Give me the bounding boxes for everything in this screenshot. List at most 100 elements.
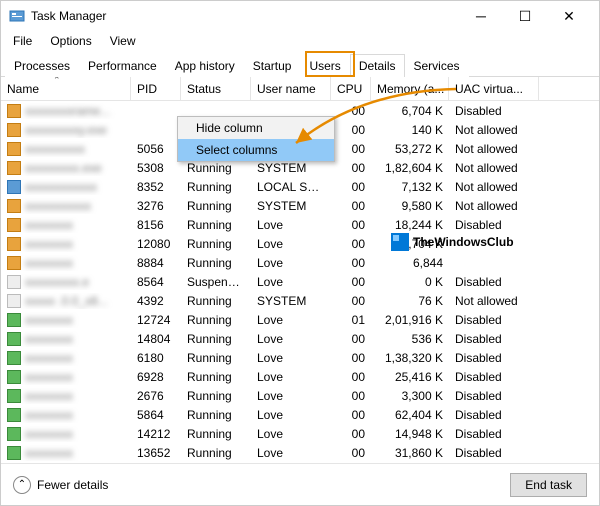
tab-strip: Processes Performance App history Startu… xyxy=(1,53,599,77)
process-icon xyxy=(7,370,21,384)
cell-mem: 18,244 K xyxy=(371,217,449,233)
cell-user: SYSTEM xyxy=(251,198,331,214)
process-name: xxxxxxxx xyxy=(25,351,125,365)
menu-view[interactable]: View xyxy=(102,32,144,50)
tab-users[interactable]: Users xyxy=(300,54,349,77)
cell-uac: Disabled xyxy=(449,217,539,233)
cell-mem: 1,82,604 K xyxy=(371,160,449,176)
sort-indicator-icon: ⌃ xyxy=(53,77,61,86)
cell-user: SYSTEM xyxy=(251,293,331,309)
process-icon xyxy=(7,218,21,232)
tab-apphistory[interactable]: App history xyxy=(166,54,244,77)
ctx-select-columns[interactable]: Select columns xyxy=(178,139,334,161)
cell-uac: Disabled xyxy=(449,103,539,119)
cell-user: Love xyxy=(251,312,331,328)
process-icon xyxy=(7,142,21,156)
col-cpu[interactable]: CPU xyxy=(331,77,371,100)
tab-details[interactable]: Details xyxy=(350,54,405,77)
process-icon xyxy=(7,332,21,346)
cell-cpu: 00 xyxy=(331,426,371,442)
cell-status: Running xyxy=(181,388,251,404)
tab-performance[interactable]: Performance xyxy=(79,54,166,77)
process-name: xxxxxxxx xyxy=(25,446,125,460)
process-icon xyxy=(7,123,21,137)
table-row[interactable]: xxxxx .0.0_x8...4392RunningSYSTEM0076 KN… xyxy=(1,291,599,310)
table-row[interactable]: xxxxxxxx5864RunningLove0062,404 KDisable… xyxy=(1,405,599,424)
cell-uac: Disabled xyxy=(449,445,539,461)
cell-cpu: 01 xyxy=(331,312,371,328)
cell-user: Love xyxy=(251,331,331,347)
cell-status: Running xyxy=(181,198,251,214)
end-task-button[interactable]: End task xyxy=(510,473,587,497)
col-user[interactable]: User name xyxy=(251,77,331,100)
col-status[interactable]: Status xyxy=(181,77,251,100)
process-name: xxxxxxxx xyxy=(25,389,125,403)
cell-user: Love xyxy=(251,217,331,233)
tab-services[interactable]: Services xyxy=(405,54,469,77)
cell-status: Running xyxy=(181,293,251,309)
process-name: xxxxxxxx xyxy=(25,427,125,441)
cell-pid: 5864 xyxy=(131,407,181,423)
col-pid[interactable]: PID xyxy=(131,77,181,100)
table-row[interactable]: xxxxxxxx13652RunningLove0031,860 KDisabl… xyxy=(1,443,599,462)
column-headers: ⌃ Name PID Status User name CPU Memory (… xyxy=(1,77,599,101)
table-row[interactable]: xxxxxxxx6928RunningLove0025,416 KDisable… xyxy=(1,367,599,386)
table-row[interactable]: xxxxxxxxxxxx8352RunningLOCAL SE...007,13… xyxy=(1,177,599,196)
menubar: File Options View xyxy=(1,31,599,51)
app-icon xyxy=(9,8,25,24)
cell-pid: 5056 xyxy=(131,141,181,157)
cell-pid xyxy=(131,129,181,131)
table-row[interactable]: xxxxxxxx14804RunningLove00536 KDisabled xyxy=(1,329,599,348)
cell-mem: 3,300 K xyxy=(371,388,449,404)
cell-status: Suspended xyxy=(181,274,251,290)
menu-options[interactable]: Options xyxy=(42,32,99,50)
col-uac[interactable]: UAC virtua... xyxy=(449,77,539,100)
process-icon xyxy=(7,161,21,175)
cell-status: Running xyxy=(181,217,251,233)
cell-pid: 14212 xyxy=(131,426,181,442)
table-row[interactable]: xxxxxxxx6180RunningLove001,38,320 KDisab… xyxy=(1,348,599,367)
process-icon xyxy=(7,446,21,460)
process-name: xxxxxxxxx.e xyxy=(25,275,125,289)
process-icon xyxy=(7,275,21,289)
process-name: xxxxxxxxrame... xyxy=(25,104,125,118)
process-name: xxxxxxxx xyxy=(25,313,125,327)
cell-mem: 14,948 K xyxy=(371,426,449,442)
table-row[interactable]: xxxxxxxx14212RunningLove0014,948 KDisabl… xyxy=(1,424,599,443)
cell-mem: 31,860 K xyxy=(371,445,449,461)
process-icon xyxy=(7,237,21,251)
col-mem[interactable]: Memory (a... xyxy=(371,77,449,100)
cell-mem: 9,580 K xyxy=(371,198,449,214)
close-button[interactable]: ✕ xyxy=(547,1,591,31)
process-icon xyxy=(7,389,21,403)
table-row[interactable]: xxxxxxxx12724RunningLove012,01,916 KDisa… xyxy=(1,310,599,329)
maximize-button[interactable]: ☐ xyxy=(503,1,547,31)
table-row[interactable]: xxxxxxxxxxx3276RunningSYSTEM009,580 KNot… xyxy=(1,196,599,215)
cell-status: Running xyxy=(181,407,251,423)
process-icon xyxy=(7,351,21,365)
process-name: xxxxxxxxxx xyxy=(25,142,125,156)
cell-uac: Not allowed xyxy=(449,160,539,176)
cell-cpu: 00 xyxy=(331,445,371,461)
ctx-hide-column[interactable]: Hide column xyxy=(178,117,334,139)
table-row[interactable]: xxxxxxxx2676RunningLove003,300 KDisabled xyxy=(1,386,599,405)
cell-mem: 7,132 K xyxy=(371,179,449,195)
fewer-details-button[interactable]: ⌃ Fewer details xyxy=(13,476,108,494)
menu-file[interactable]: File xyxy=(5,32,40,50)
cell-cpu: 00 xyxy=(331,217,371,233)
footer-bar: ⌃ Fewer details End task xyxy=(1,463,599,505)
cell-uac: Not allowed xyxy=(449,198,539,214)
cell-uac: Disabled xyxy=(449,369,539,385)
cell-cpu: 00 xyxy=(331,179,371,195)
cell-uac: Disabled xyxy=(449,331,539,347)
col-name[interactable]: Name xyxy=(1,77,131,100)
tab-processes[interactable]: Processes xyxy=(5,54,79,77)
process-name: xxxxxxxx xyxy=(25,237,125,251)
tab-startup[interactable]: Startup xyxy=(244,54,301,77)
table-row[interactable]: xxxxxxxx8884RunningLove006,844 xyxy=(1,253,599,272)
minimize-button[interactable]: ─ xyxy=(459,1,503,31)
table-row[interactable]: xxxxxxxx8156RunningLove0018,244 KDisable… xyxy=(1,215,599,234)
table-row[interactable]: xxxxxxxxx.e8564SuspendedLove000 KDisable… xyxy=(1,272,599,291)
cell-pid: 13652 xyxy=(131,445,181,461)
cell-user: Love xyxy=(251,445,331,461)
